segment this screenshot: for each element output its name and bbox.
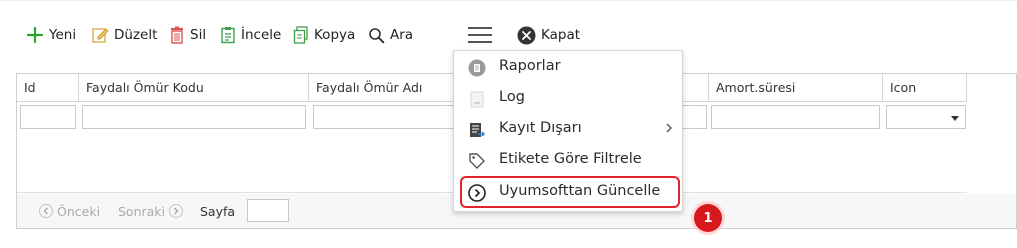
copy-button[interactable]: Kopya [293, 19, 355, 51]
column-header-code[interactable]: Faydalı Ömür Kodu [79, 74, 309, 102]
clipboard-icon [220, 26, 236, 44]
chevron-right-icon [664, 122, 674, 138]
search-button[interactable]: Ara [368, 19, 413, 51]
close-button[interactable]: Kapat [517, 19, 580, 51]
log-icon [468, 90, 486, 108]
step-badge: 1 [694, 204, 722, 232]
close-button-label: Kapat [541, 27, 581, 43]
search-icon [368, 27, 385, 44]
column-header-id[interactable]: Id [17, 74, 79, 102]
report-icon [468, 59, 486, 77]
chevron-left-icon [39, 204, 53, 218]
tag-icon [468, 152, 486, 170]
plus-icon [26, 26, 44, 44]
menu-item-export-label: Kayıt Dışarı [499, 120, 582, 136]
column-header-amort[interactable]: Amort.süresi [709, 74, 883, 102]
chevron-down-icon [951, 116, 959, 121]
menu-item-log-label: Log [499, 89, 525, 105]
inspect-button-label: İncele [241, 27, 282, 43]
export-icon [468, 121, 486, 139]
inspect-button[interactable]: İncele [220, 19, 281, 51]
next-page-button[interactable]: Sonraki [118, 194, 184, 228]
main-panel: Yeni Düzelt Sil İncele Kopya Ara Kapat I… [0, 0, 1017, 248]
page-number-input[interactable] [247, 199, 289, 222]
search-button-label: Ara [390, 27, 414, 43]
new-button-label: Yeni [49, 27, 77, 43]
delete-button[interactable]: Sil [169, 19, 206, 51]
menu-item-reports[interactable]: Raporlar [454, 52, 682, 83]
menu-toggle-button[interactable] [467, 19, 493, 51]
close-circle-icon [517, 26, 536, 45]
edit-button-label: Düzelt [114, 27, 158, 43]
chevron-right-icon [169, 204, 184, 218]
filter-input-id[interactable] [20, 105, 76, 129]
copy-button-label: Kopya [314, 27, 356, 43]
menu-item-tag-filter[interactable]: Etikete Göre Filtrele [454, 145, 682, 176]
edit-button[interactable]: Düzelt [91, 19, 157, 51]
hamburger-icon [467, 26, 493, 44]
column-header-icon[interactable]: Icon [883, 74, 967, 102]
toolbar: Yeni Düzelt Sil İncele Kopya Ara Kapat [0, 19, 1017, 51]
menu-item-reports-label: Raporlar [499, 58, 561, 74]
previous-page-button[interactable]: Önceki [39, 194, 100, 228]
trash-icon [169, 26, 185, 44]
menu-item-export[interactable]: Kayıt Dışarı [454, 114, 682, 145]
actions-menu: Raporlar Log Kayıt Dışarı Etikete Göre F… [453, 50, 683, 212]
menu-item-log[interactable]: Log [454, 83, 682, 114]
page-label: Sayfa [200, 203, 236, 219]
previous-page-label: Önceki [57, 203, 101, 219]
highlight-box [460, 176, 680, 208]
filter-input-code[interactable] [82, 105, 306, 129]
next-page-label: Sonraki [118, 203, 166, 219]
menu-item-tag-filter-label: Etikete Göre Filtrele [499, 151, 642, 167]
edit-icon [91, 26, 109, 44]
filter-select-icon[interactable] [886, 105, 966, 129]
page-label-wrap: Sayfa [200, 194, 235, 228]
copy-icon [293, 26, 309, 44]
filter-input-amort[interactable] [711, 105, 880, 129]
delete-button-label: Sil [190, 27, 207, 43]
new-button[interactable]: Yeni [26, 19, 76, 51]
